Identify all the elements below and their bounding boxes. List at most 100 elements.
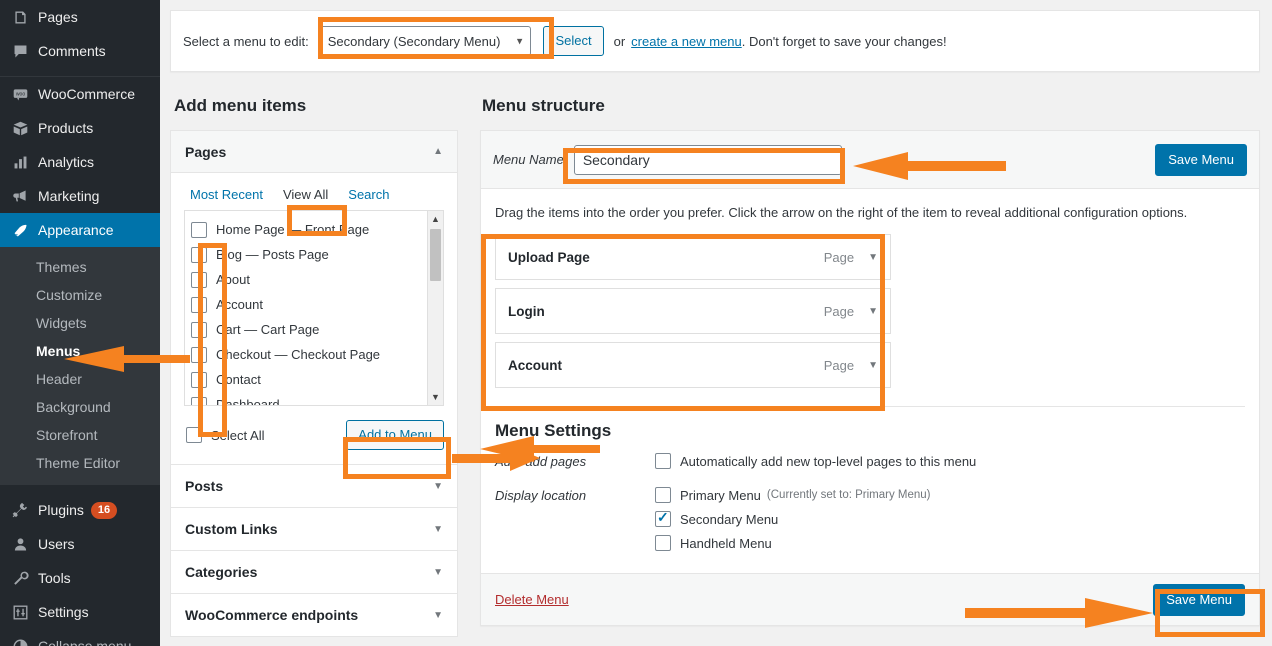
auto-add-pages-option[interactable]: Automatically add new top-level pages to… [655, 453, 976, 469]
list-item[interactable]: About [191, 267, 443, 292]
chevron-down-icon[interactable]: ▼ [433, 610, 443, 621]
handheld-menu-checkbox[interactable] [655, 535, 671, 551]
tab-most-recent[interactable]: Most Recent [186, 185, 267, 204]
sidebar-item-collapse-menu[interactable]: Collapse menu [0, 629, 160, 646]
sidebar-item-comments[interactable]: Comments [0, 34, 160, 68]
chevron-down-icon[interactable]: ▼ [433, 524, 443, 535]
sidebar-item-pages[interactable]: Pages [0, 0, 160, 34]
custom-links-panel-header[interactable]: Custom Links ▼ [171, 508, 457, 550]
posts-panel-header[interactable]: Posts ▼ [171, 465, 457, 507]
sidebar-item-tools[interactable]: Tools [0, 561, 160, 595]
sidebar-item-settings[interactable]: Settings [0, 595, 160, 629]
page-checkbox[interactable] [191, 396, 207, 405]
scrollbar-thumb[interactable] [430, 229, 441, 281]
woocommerce-endpoints-panel-header[interactable]: WooCommerce endpoints ▼ [171, 594, 457, 636]
list-item[interactable]: Contact [191, 367, 443, 392]
list-item[interactable]: Home Page — Front Page [191, 217, 443, 242]
menu-item-row[interactable]: Login Page ▼ [495, 288, 891, 334]
list-item[interactable]: Blog — Posts Page [191, 242, 443, 267]
menu-name-input[interactable] [573, 144, 842, 175]
scroll-up-icon[interactable]: ▲ [428, 211, 443, 227]
tab-search[interactable]: Search [344, 185, 393, 204]
chevron-down-icon: ▾ [516, 35, 523, 48]
columns: Add menu items Pages ▲ Most Recent View … [170, 96, 1260, 637]
menu-select-value: Secondary (Secondary Menu) [327, 33, 501, 49]
chevron-down-icon[interactable]: ▼ [868, 360, 878, 371]
sidebar-item-header[interactable]: Header [0, 365, 160, 393]
posts-accordion: Posts ▼ [170, 465, 458, 508]
select-all-row[interactable]: Select All [186, 427, 264, 443]
secondary-menu-label: Secondary Menu [680, 511, 779, 527]
sidebar-item-appearance[interactable]: Appearance [0, 213, 168, 247]
pages-list[interactable]: Home Page — Front Page Blog — Posts Page… [184, 210, 444, 406]
location-option-secondary[interactable]: Secondary Menu [655, 509, 931, 527]
select-menu-label: Select a menu to edit: [183, 33, 309, 49]
svg-text:woo: woo [15, 91, 25, 97]
pages-list-inner: Home Page — Front Page Blog — Posts Page… [185, 211, 443, 406]
add-to-menu-button[interactable]: Add to Menu [346, 420, 444, 450]
save-menu-top-button[interactable]: Save Menu [1155, 143, 1247, 176]
select-all-checkbox[interactable] [186, 427, 202, 443]
pages-list-scrollbar[interactable]: ▲ ▼ [427, 211, 443, 405]
sidebar-item-background[interactable]: Background [0, 393, 160, 421]
pages-panel-header[interactable]: Pages ▲ [171, 131, 457, 173]
create-new-menu-link[interactable]: create a new menu [631, 34, 742, 49]
delete-menu-link[interactable]: Delete Menu [495, 592, 569, 607]
secondary-menu-checkbox[interactable] [655, 509, 671, 527]
menu-item-row[interactable]: Upload Page Page ▼ [495, 234, 891, 280]
page-checkbox[interactable] [191, 346, 207, 363]
sidebar-item-plugins[interactable]: Plugins 16 [0, 493, 160, 527]
list-item[interactable]: Checkout — Checkout Page [191, 342, 443, 367]
list-item[interactable]: Cart — Cart Page [191, 317, 443, 342]
sidebar-item-woocommerce[interactable]: woo WooCommerce [0, 77, 160, 111]
save-menu-bottom-button[interactable]: Save Menu [1153, 583, 1245, 616]
chevron-down-icon[interactable]: ▼ [433, 567, 443, 578]
sidebar-label: Users [38, 536, 75, 552]
sidebar-item-storefront[interactable]: Storefront [0, 421, 160, 449]
page-label: Contact [216, 372, 261, 387]
chevron-down-icon[interactable]: ▼ [433, 481, 443, 492]
select-all-label: Select All [211, 427, 265, 443]
page-checkbox[interactable] [191, 296, 207, 313]
menu-item-row[interactable]: Account Page ▼ [495, 342, 891, 388]
sidebar-item-marketing[interactable]: Marketing [0, 179, 160, 213]
auto-add-pages-checkbox[interactable] [655, 453, 671, 469]
menu-structure-footer: Delete Menu Save Menu [481, 573, 1259, 625]
scroll-down-icon[interactable]: ▼ [428, 389, 443, 405]
list-item[interactable]: Dashboard [191, 392, 443, 406]
categories-accordion: Categories ▼ [170, 551, 458, 594]
chevron-up-icon[interactable]: ▲ [433, 146, 443, 157]
page-checkbox[interactable] [191, 246, 207, 263]
sidebar-item-widgets[interactable]: Widgets [0, 309, 160, 337]
sidebar-item-users[interactable]: Users [0, 527, 160, 561]
page-checkbox[interactable] [191, 271, 207, 288]
location-option-primary[interactable]: Primary Menu (Currently set to: Primary … [655, 487, 931, 503]
page-checkbox[interactable] [191, 321, 207, 338]
location-option-handheld[interactable]: Handheld Menu [655, 535, 931, 551]
sidebar-item-products[interactable]: Products [0, 111, 160, 145]
primary-menu-checkbox[interactable] [655, 487, 671, 503]
admin-sidebar: Pages Comments woo WooCommerce Products [0, 0, 168, 646]
select-button[interactable]: Select [543, 26, 604, 56]
menu-select-dropdown[interactable]: Secondary (Secondary Menu) ▾ [318, 26, 532, 56]
tab-view-all[interactable]: View All [279, 185, 332, 204]
page-checkbox[interactable] [191, 221, 207, 238]
custom-links-panel-title: Custom Links [185, 521, 278, 537]
sidebar-item-menus[interactable]: Menus [0, 337, 160, 365]
products-icon [10, 118, 30, 138]
page-checkbox[interactable] [191, 371, 207, 388]
sidebar-item-customize[interactable]: Customize [0, 281, 160, 309]
sidebar-label: Comments [38, 43, 106, 59]
sidebar-item-themes[interactable]: Themes [0, 253, 160, 281]
sidebar-item-theme-editor[interactable]: Theme Editor [0, 449, 160, 477]
menu-item-label: Login [508, 303, 545, 319]
list-item[interactable]: Account [191, 292, 443, 317]
menu-item-type: Page [823, 249, 855, 265]
chevron-down-icon[interactable]: ▼ [868, 306, 878, 317]
categories-panel-header[interactable]: Categories ▼ [171, 551, 457, 593]
menu-settings-title: Menu Settings [495, 421, 612, 440]
page-label: Cart — Cart Page [216, 322, 320, 337]
page-label: Dashboard [216, 397, 280, 406]
chevron-down-icon[interactable]: ▼ [868, 252, 878, 263]
sidebar-item-analytics[interactable]: Analytics [0, 145, 160, 179]
